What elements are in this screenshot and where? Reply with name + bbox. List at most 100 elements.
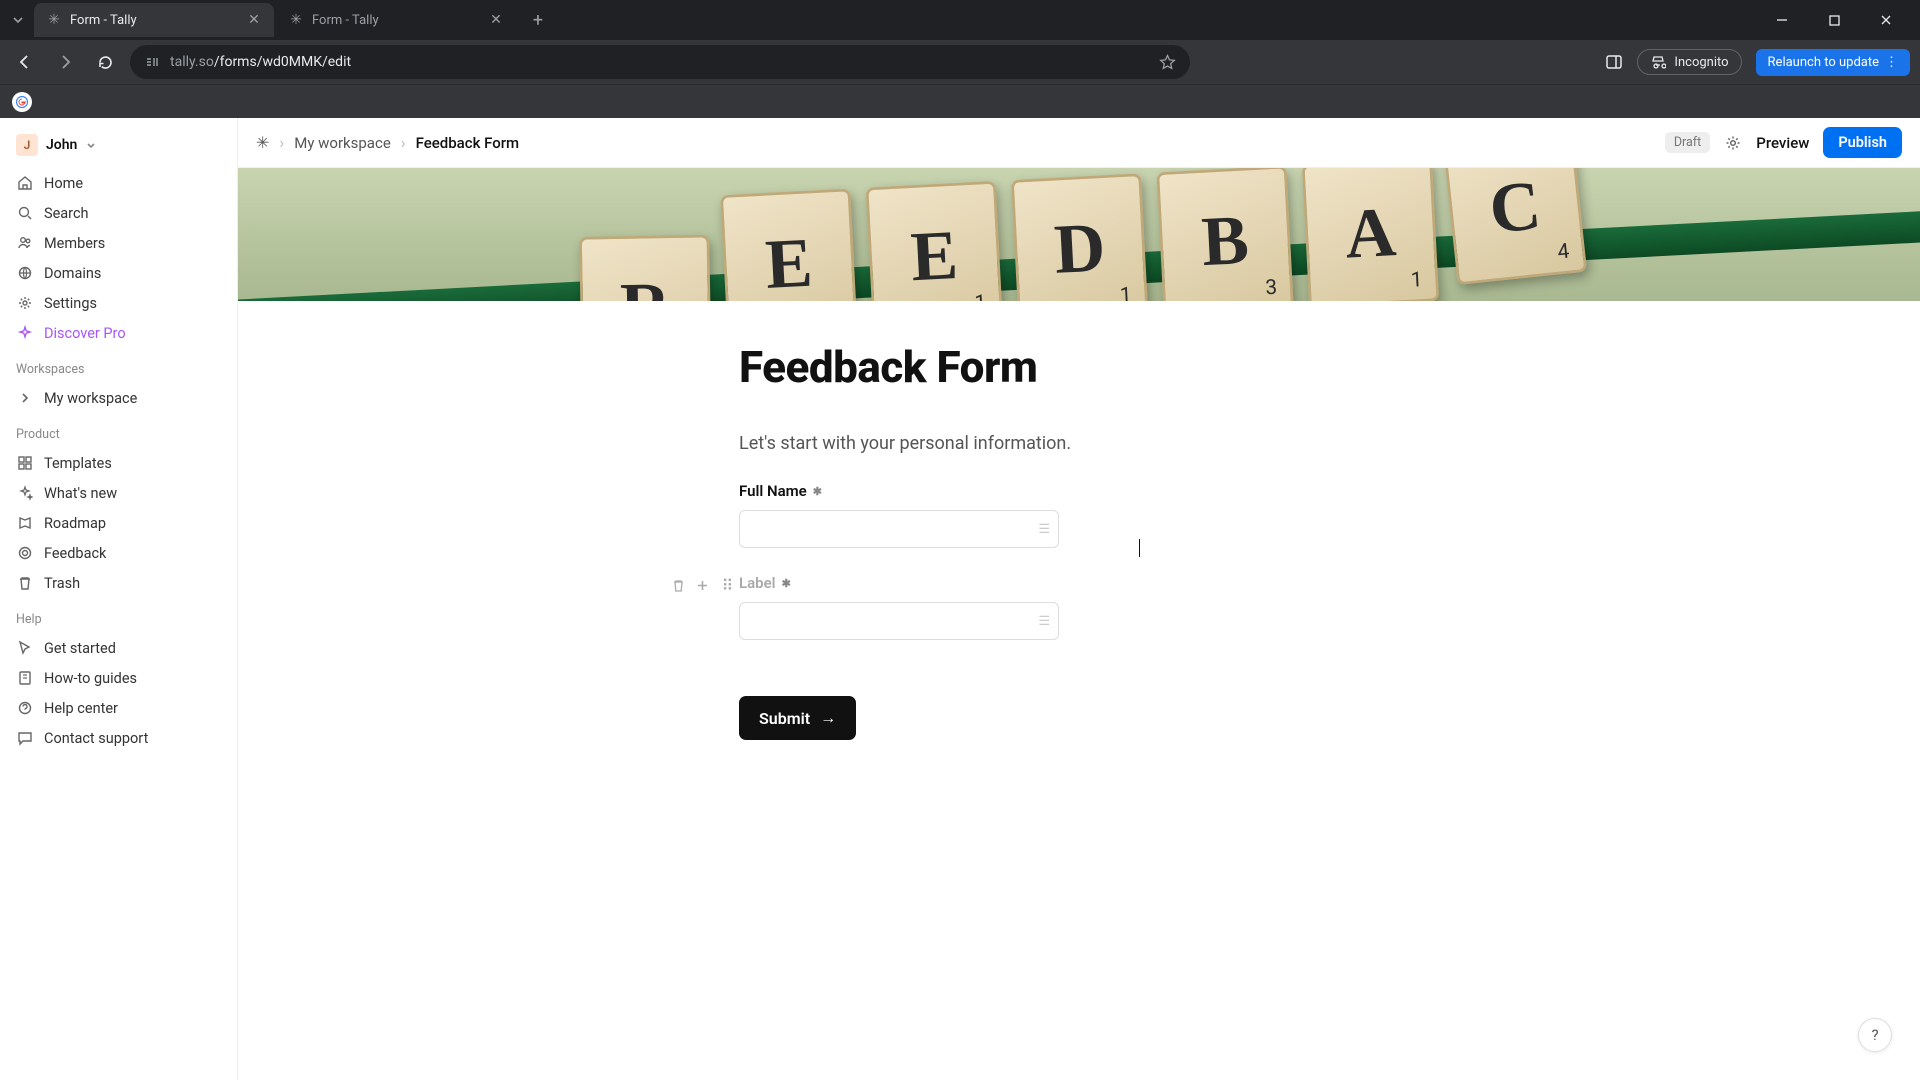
more-dots-icon: ⋮ (1885, 55, 1898, 70)
sidebar-item-help-center[interactable]: Help center (8, 693, 229, 723)
sidebar-item-settings[interactable]: Settings (8, 288, 229, 318)
sidebar: J John Home Search Members Domains Setti… (0, 118, 238, 1080)
sidebar-item-domains[interactable]: Domains (8, 258, 229, 288)
form-field-full-name[interactable]: Full Name ✱ ☰ (739, 482, 1419, 548)
delete-block-icon[interactable] (671, 578, 689, 593)
sidebar-item-label: Home (44, 175, 83, 192)
site-settings-icon[interactable] (144, 54, 160, 70)
chat-icon (16, 729, 34, 747)
sidebar-item-discover-pro[interactable]: Discover Pro (8, 318, 229, 348)
sidebar-item-templates[interactable]: Templates (8, 448, 229, 478)
arrow-right-icon: → (820, 708, 836, 728)
form-editor[interactable]: Feedback Form Let's start with your pers… (739, 301, 1419, 820)
tab-title: Form - Tally (312, 13, 480, 28)
settings-gear-icon[interactable] (1724, 134, 1742, 152)
tab-title: Form - Tally (70, 13, 238, 28)
tab-favicon-icon: ✳ (46, 12, 62, 28)
sparkle-icon (16, 324, 34, 342)
members-icon (16, 234, 34, 252)
user-name: John (46, 137, 77, 153)
submit-button[interactable]: Submit → (739, 696, 856, 740)
window-close-button[interactable] (1864, 4, 1908, 36)
sidebar-item-contact-support[interactable]: Contact support (8, 723, 229, 753)
sidebar-item-roadmap[interactable]: Roadmap (8, 508, 229, 538)
tally-logo-icon[interactable]: ✳ (256, 133, 269, 152)
sidebar-item-members[interactable]: Members (8, 228, 229, 258)
section-workspaces: Workspaces (8, 348, 229, 383)
tab-favicon-icon: ✳ (288, 12, 304, 28)
nav-forward-button[interactable] (50, 47, 80, 77)
sparkle-icon (16, 484, 34, 502)
section-product: Product (8, 413, 229, 448)
form-title[interactable]: Feedback Form (739, 341, 1419, 393)
cover-image[interactable]: R1 E1 E1 D1 B3 A1 C4 (238, 168, 1920, 301)
sidebar-item-guides[interactable]: How-to guides (8, 663, 229, 693)
sidebar-item-whats-new[interactable]: What's new (8, 478, 229, 508)
form-description[interactable]: Let's start with your personal informati… (739, 433, 1419, 454)
bookmark-bar (0, 84, 1920, 118)
incognito-chip[interactable]: Incognito (1637, 49, 1741, 75)
sidebar-item-label: How-to guides (44, 670, 137, 687)
bookmark-google-icon[interactable] (12, 92, 32, 112)
templates-icon (16, 454, 34, 472)
section-help: Help (8, 598, 229, 633)
drag-handle-icon[interactable]: ☰ (1038, 522, 1048, 537)
drag-block-icon[interactable]: ⠿ (719, 576, 737, 595)
sidebar-item-label: Roadmap (44, 515, 106, 532)
window-maximize-button[interactable] (1812, 4, 1856, 36)
incognito-label: Incognito (1674, 55, 1728, 70)
home-icon (16, 174, 34, 192)
main-content: ✳ › My workspace › Feedback Form Draft P… (238, 118, 1920, 1080)
browser-tab[interactable]: ✳ Form - Tally ✕ (276, 3, 516, 37)
text-cursor (1139, 539, 1140, 557)
cursor-icon (16, 639, 34, 657)
globe-icon (16, 264, 34, 282)
sidebar-item-label: What's new (44, 485, 117, 502)
help-fab-button[interactable]: ? (1858, 1018, 1892, 1052)
bookmark-star-icon[interactable] (1159, 54, 1176, 71)
breadcrumb-current[interactable]: Feedback Form (416, 134, 520, 152)
field-label-text[interactable]: Full Name (739, 482, 807, 500)
new-tab-button[interactable]: + (524, 6, 552, 34)
browser-tab-active[interactable]: ✳ Form - Tally ✕ (34, 3, 274, 37)
field-input[interactable]: ☰ (739, 602, 1059, 640)
tab-strip: ✳ Form - Tally ✕ ✳ Form - Tally ✕ + (0, 0, 1920, 40)
url-text: tally.so/forms/wd0MMK/edit (170, 54, 351, 70)
nav-back-button[interactable] (10, 47, 40, 77)
chevron-right-icon[interactable] (16, 389, 34, 407)
sidebar-item-label: Contact support (44, 730, 148, 747)
user-menu[interactable]: J John (8, 130, 229, 160)
book-icon (16, 669, 34, 687)
address-bar[interactable]: tally.so/forms/wd0MMK/edit (130, 45, 1190, 79)
browser-toolbar: tally.so/forms/wd0MMK/edit Incognito Rel… (0, 40, 1920, 84)
tab-search-dropdown[interactable] (4, 6, 32, 34)
window-minimize-button[interactable] (1760, 4, 1804, 36)
tab-close-icon[interactable]: ✕ (246, 12, 262, 28)
chevron-right-icon: › (401, 133, 406, 152)
field-label-text[interactable]: Label (739, 574, 776, 592)
field-input[interactable]: ☰ (739, 510, 1059, 548)
breadcrumb-workspace[interactable]: My workspace (294, 134, 391, 152)
publish-button[interactable]: Publish (1823, 127, 1902, 158)
sidebar-item-home[interactable]: Home (8, 168, 229, 198)
required-star-icon: ✱ (813, 485, 822, 498)
drag-handle-icon[interactable]: ☰ (1038, 614, 1048, 629)
nav-reload-button[interactable] (90, 47, 120, 77)
cover-tiles: R1 E1 E1 D1 B3 A1 C4 (238, 168, 1920, 301)
relaunch-update-button[interactable]: Relaunch to update ⋮ (1756, 49, 1910, 76)
sidebar-item-get-started[interactable]: Get started (8, 633, 229, 663)
preview-button[interactable]: Preview (1756, 134, 1809, 152)
add-block-icon[interactable] (695, 578, 713, 593)
side-panel-icon[interactable] (1605, 53, 1623, 71)
draft-badge: Draft (1665, 132, 1710, 153)
form-field-label[interactable]: ⠿ Label ✱ ☰ (739, 574, 1419, 640)
sidebar-item-search[interactable]: Search (8, 198, 229, 228)
sidebar-item-workspace[interactable]: My workspace (8, 383, 229, 413)
sidebar-item-label: Help center (44, 700, 118, 717)
sidebar-item-label: Domains (44, 265, 101, 282)
incognito-icon (1650, 54, 1666, 70)
required-star-icon: ✱ (782, 577, 791, 590)
tab-close-icon[interactable]: ✕ (488, 12, 504, 28)
sidebar-item-feedback[interactable]: Feedback (8, 538, 229, 568)
sidebar-item-trash[interactable]: Trash (8, 568, 229, 598)
